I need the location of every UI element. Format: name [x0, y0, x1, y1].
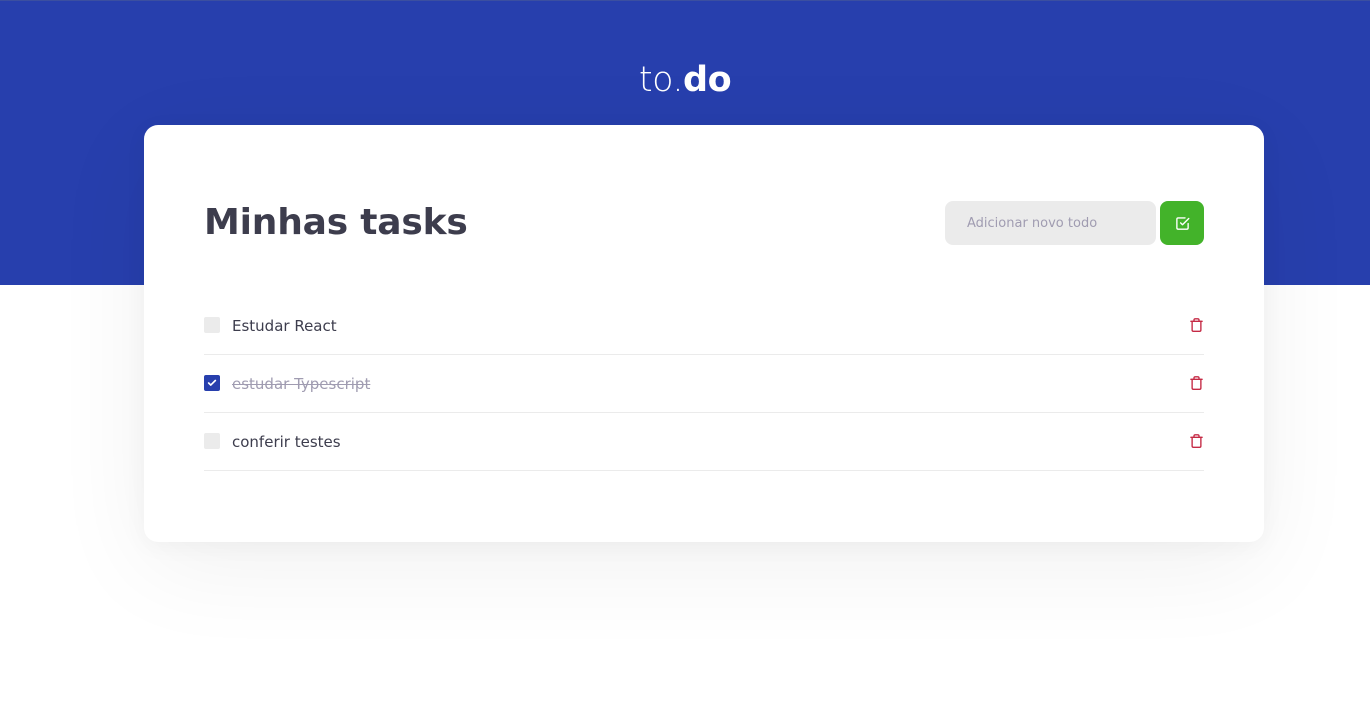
task-item: Estudar React [204, 297, 1204, 355]
trash-icon [1189, 318, 1203, 332]
app-logo: to.do [0, 57, 1370, 103]
trash-icon [1189, 434, 1203, 448]
check-icon [207, 379, 217, 386]
trash-icon [1189, 376, 1203, 390]
add-todo-button[interactable] [1160, 201, 1204, 245]
task-title: Estudar React [232, 316, 337, 335]
logo-text-bold: do [683, 60, 732, 100]
task-checkbox[interactable] [204, 375, 220, 391]
tasks-card: Minhas tasks Estudar React est [144, 125, 1264, 542]
page-title: Minhas tasks [204, 202, 468, 243]
delete-task-button[interactable] [1188, 316, 1204, 334]
delete-task-button[interactable] [1188, 374, 1204, 392]
check-square-icon [1175, 216, 1189, 230]
logo-text-light: to. [638, 60, 684, 100]
task-title: estudar Typescript [232, 374, 371, 393]
task-title: conferir testes [232, 432, 341, 451]
task-checkbox[interactable] [204, 433, 220, 449]
task-item: estudar Typescript [204, 355, 1204, 413]
task-list: Estudar React estudar Typescript conferi… [204, 297, 1204, 471]
new-todo-input[interactable] [945, 201, 1156, 245]
delete-task-button[interactable] [1188, 432, 1204, 450]
task-item: conferir testes [204, 413, 1204, 471]
task-checkbox[interactable] [204, 317, 220, 333]
